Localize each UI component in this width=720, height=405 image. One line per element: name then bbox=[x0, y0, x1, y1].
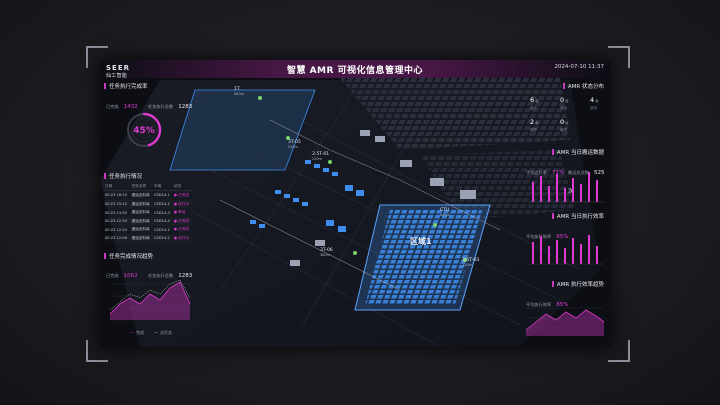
table-row[interactable]: 00:23 12:20 搬运至料库 CSD14-1 ● 已完成 bbox=[104, 226, 192, 235]
efficiency-bar-chart bbox=[528, 235, 604, 265]
table-cell: CSD14-1 bbox=[154, 193, 170, 198]
table-cell: ● 执行中 bbox=[173, 235, 189, 240]
table-cell: CSD14-3 bbox=[154, 210, 170, 215]
table-cell: 00:23 13:30 bbox=[105, 210, 127, 215]
legend-item: 完成 bbox=[130, 330, 144, 336]
table-cell: CSD14-1 bbox=[154, 202, 170, 207]
trend-area-completed bbox=[110, 282, 190, 320]
map-label-amr[interactable]: 3T-05 220m bbox=[288, 140, 301, 149]
panel-title-efficiency: AMR 当日执行效率 bbox=[552, 212, 604, 220]
legend-item: 总任务 bbox=[154, 330, 172, 336]
map-label-amr[interactable]: 1T 000m bbox=[234, 87, 244, 96]
table-row[interactable]: 00:23 12:34 搬运至料库 CSD14-4 ● 已完成 bbox=[104, 217, 192, 226]
map-label-amr[interactable]: 3.5T-01 220m bbox=[312, 152, 329, 161]
status-grid: 6台 运行 0台 充电 4台 空闲 2台 故障 0台 离线 bbox=[526, 96, 606, 136]
table-cell: 搬运至料库 bbox=[131, 201, 150, 206]
table-cell: ● 已完成 bbox=[173, 192, 189, 197]
table-cell: CSD14-2 bbox=[154, 236, 170, 241]
panel-title-trend: 任务完成情况趋势 bbox=[104, 252, 153, 260]
table-cell: ● 已完成 bbox=[173, 218, 189, 223]
status-item: 4台 空闲 bbox=[590, 96, 599, 110]
daily-bar-chart bbox=[528, 172, 604, 203]
table-cell: 00:23 12:20 bbox=[105, 227, 127, 232]
table-header-cell: 车辆 bbox=[153, 182, 173, 192]
table-header-cell: 任务名称 bbox=[130, 182, 154, 192]
table-cell: 搬运至料库 bbox=[131, 235, 150, 240]
table-cell: 搬运至料库 bbox=[131, 227, 150, 232]
table-cell: 搬运至料库 bbox=[131, 192, 150, 197]
table-row[interactable]: 00:23 15:12 搬运至料库 CSD14-1 ● 执行中 bbox=[104, 200, 192, 209]
table-header-cell: 日期 bbox=[104, 182, 131, 192]
table-cell: CSD14-1 bbox=[154, 227, 170, 232]
table-cell: CSD14-4 bbox=[154, 219, 170, 224]
status-item: 2台 故障 bbox=[530, 118, 539, 132]
map-label-amr[interactable]: CTU 040m bbox=[440, 208, 450, 217]
map-label-amr[interactable]: 3.5T-03 220m bbox=[462, 258, 479, 267]
tasks-table: 日期 任务名称 车辆 状态 00:23 16:10 搬运至料库 CSD14-1 ● 已完成 0… bbox=[104, 182, 192, 243]
table-row[interactable]: 00:23 12:08 搬运至料库 CSD14-2 ● 执行中 bbox=[104, 234, 192, 243]
table-row[interactable]: 00:23 16:10 搬运至料库 CSD14-1 ● 已完成 bbox=[104, 191, 192, 200]
table-header-cell: 状态 bbox=[172, 182, 192, 192]
dashboard-screen: 1T 000m 3T-05 220m 3.5T-01 220m 3T-06 360m C… bbox=[100, 60, 610, 347]
table-row[interactable]: 00:23 13:30 搬运至料库 CSD14-3 ● 等待 bbox=[104, 208, 192, 217]
datetime-display: 2024-07-10 11:37 bbox=[554, 64, 604, 70]
efficiency-trend-area-chart bbox=[525, 307, 605, 336]
table-cell: ● 等待 bbox=[173, 210, 186, 215]
panel-title-efficiency-trend: AMR 执行效率趋势 bbox=[552, 280, 604, 288]
status-item: 6台 运行 bbox=[530, 96, 539, 110]
panel-title-daily: AMR 当日搬运数据 bbox=[552, 148, 604, 156]
status-item: 0台 充电 bbox=[560, 96, 569, 110]
map-label-amr[interactable]: 3T-06 360m bbox=[320, 248, 333, 257]
panel-title-tasks: 任务执行情况 bbox=[104, 172, 142, 180]
page-title: 智慧 AMR 可视化信息管理中心 bbox=[286, 66, 424, 76]
panel-title-status: AMR 状态分布 bbox=[563, 82, 604, 90]
table-cell: ● 执行中 bbox=[173, 201, 189, 206]
table-cell: 搬运至料库 bbox=[131, 218, 150, 223]
panel-title-completion: 任务执行完成率 bbox=[104, 82, 148, 90]
table-cell: 00:23 12:08 bbox=[105, 236, 127, 241]
table-cell: ● 已完成 bbox=[173, 227, 189, 232]
left-trend-legend: 完成 总任务 bbox=[130, 330, 172, 336]
table-cell: 搬运至料库 bbox=[131, 210, 150, 215]
table-cell: 00:23 12:34 bbox=[105, 219, 127, 224]
frame-corner-top-right bbox=[608, 46, 630, 68]
completion-gauge: 45% bbox=[126, 112, 162, 148]
frame-corner-bottom-right bbox=[608, 340, 630, 362]
left-trend-area-chart bbox=[109, 279, 191, 321]
table-cell: 00:23 15:12 bbox=[105, 202, 127, 207]
status-item: 0台 离线 bbox=[560, 118, 569, 132]
zone-label: 区域1 bbox=[410, 237, 432, 246]
table-cell: 00:23 16:10 bbox=[105, 193, 127, 198]
gauge-percent-text: 45% bbox=[133, 126, 155, 136]
